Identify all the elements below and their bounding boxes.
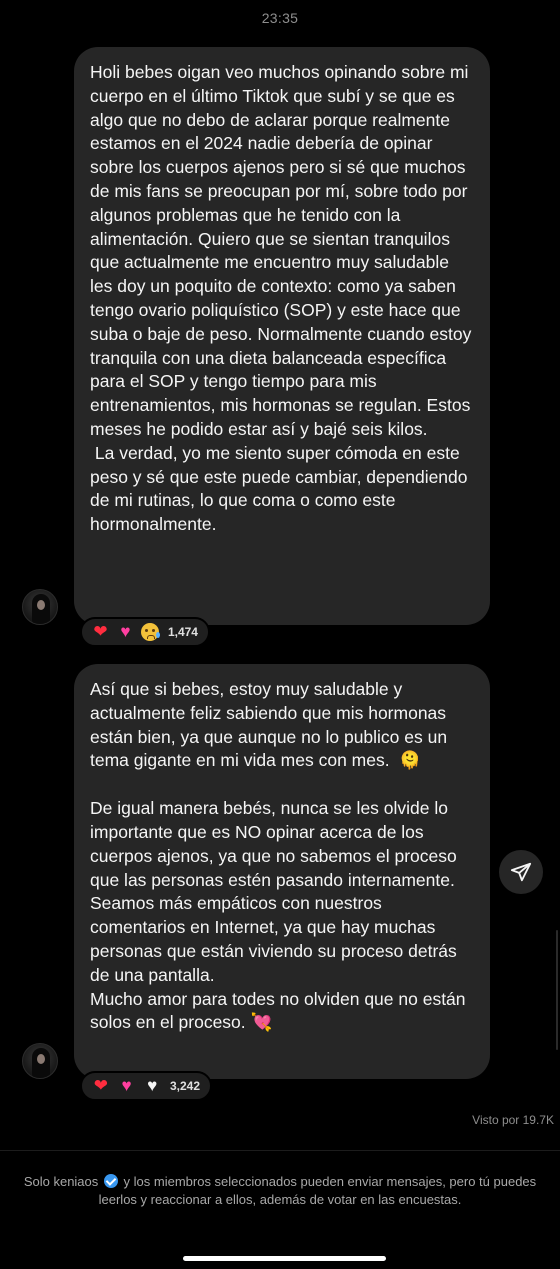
- reactions-bar[interactable]: ❤ ♥ ♥ 3,242: [80, 1071, 212, 1101]
- scrollbar[interactable]: [556, 930, 558, 1050]
- seen-count: Visto por 19.7K: [472, 1113, 554, 1127]
- channel-footer-notice: Solo keniaos y los miembros seleccionado…: [20, 1173, 540, 1209]
- divider: [0, 1150, 560, 1151]
- channel-owner-name[interactable]: Solo keniaos: [24, 1174, 98, 1189]
- message-bubble[interactable]: Holi bebes oigan veo muchos opinando sob…: [74, 47, 490, 625]
- red-heart-icon: ❤: [93, 1076, 108, 1095]
- message-text: Holi bebes oigan veo muchos opinando sob…: [90, 62, 477, 439]
- message-text: Así que si bebes, estoy muy saludable y …: [90, 679, 452, 771]
- sender-avatar[interactable]: [22, 1043, 58, 1079]
- status-time: 23:35: [261, 10, 299, 26]
- message-text: De igual manera bebés, nunca se les olvi…: [90, 798, 462, 985]
- pink-heart-icon: ♥: [121, 1076, 132, 1095]
- message-bubble[interactable]: Así que si bebes, estoy muy saludable y …: [74, 664, 490, 1079]
- share-button[interactable]: [499, 850, 543, 894]
- paper-plane-icon: [510, 862, 532, 882]
- pink-heart-icon: ♥: [120, 622, 131, 641]
- message-text: Mucho amor para todes no olviden que no …: [90, 988, 471, 1033]
- red-heart-icon: ❤: [93, 622, 108, 641]
- reactions-bar[interactable]: ❤ ♥ 1,474: [80, 617, 210, 647]
- white-heart-icon: ♥: [147, 1076, 158, 1095]
- reaction-count: 1,474: [167, 625, 198, 639]
- sender-avatar[interactable]: [22, 589, 58, 625]
- sad-tear-face-icon: [141, 622, 161, 642]
- verified-badge-icon: [103, 1174, 118, 1188]
- reaction-count: 3,242: [169, 1079, 200, 1093]
- home-indicator[interactable]: [183, 1256, 386, 1261]
- footer-text: y los miembros seleccionados pueden envi…: [98, 1174, 537, 1207]
- message-text: La verdad, yo me siento super cómoda en …: [90, 442, 473, 535]
